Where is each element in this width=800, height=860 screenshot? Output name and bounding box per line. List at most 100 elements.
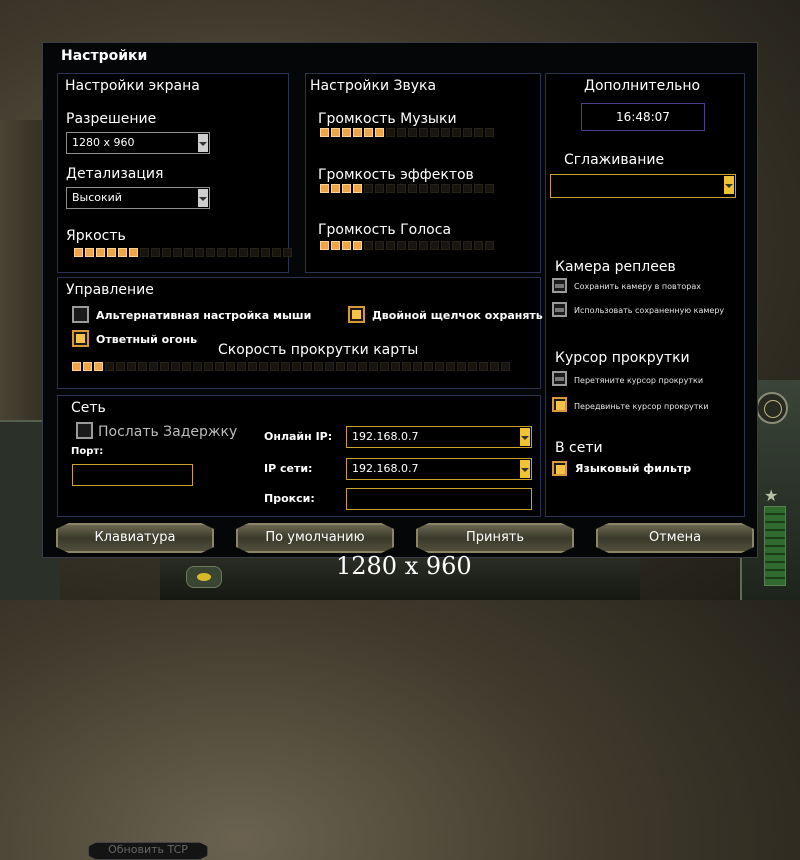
slider-segment bbox=[248, 362, 257, 371]
slider-segment bbox=[397, 128, 406, 137]
save-camera-checkbox[interactable] bbox=[552, 278, 567, 293]
slider-segment bbox=[397, 184, 406, 193]
screen-settings-panel: Настройки экрана Разрешение 1280 x 960 Д… bbox=[57, 73, 292, 273]
slider-segment bbox=[138, 362, 147, 371]
slider-segment bbox=[342, 184, 351, 193]
sound-settings-panel: Настройки Звука Громкость Музыки Громкос… bbox=[305, 73, 541, 273]
chevron-down-icon[interactable] bbox=[198, 134, 208, 152]
slider-segment bbox=[171, 362, 180, 371]
lan-ip-value: 192.168.0.7 bbox=[352, 462, 419, 475]
power-bar bbox=[764, 506, 786, 586]
slider-segment bbox=[292, 362, 301, 371]
voice-volume-slider[interactable] bbox=[320, 241, 494, 250]
slider-segment bbox=[457, 362, 466, 371]
hud-indicator-icon bbox=[186, 566, 222, 588]
star-icon: ★ bbox=[764, 486, 779, 505]
antialias-dropdown[interactable] bbox=[550, 174, 736, 198]
send-delay-checkbox[interactable] bbox=[76, 422, 93, 439]
sound-settings-title: Настройки Звука bbox=[310, 78, 437, 94]
slider-segment bbox=[303, 362, 312, 371]
slider-segment bbox=[430, 128, 439, 137]
update-tcp-button[interactable]: Обновить TCP bbox=[88, 842, 208, 860]
screen-settings-title: Настройки экрана bbox=[65, 78, 200, 94]
proxy-label: Прокси: bbox=[264, 492, 315, 505]
slider-segment bbox=[85, 248, 94, 257]
port-input[interactable] bbox=[72, 464, 193, 486]
radar-icon bbox=[756, 392, 788, 424]
accept-button[interactable]: Принять bbox=[416, 523, 574, 553]
clock-display: 16:48:07 bbox=[581, 103, 705, 131]
slider-segment bbox=[446, 362, 455, 371]
slider-segment bbox=[501, 362, 510, 371]
music-volume-label: Громкость Музыки bbox=[318, 111, 457, 127]
network-panel: Сеть Послать Задержку Порт: Обновить TCP… bbox=[57, 395, 541, 860]
detail-label: Детализация bbox=[66, 166, 164, 182]
slider-segment bbox=[261, 248, 270, 257]
slider-segment bbox=[320, 184, 329, 193]
slider-segment bbox=[336, 362, 345, 371]
slider-segment bbox=[184, 248, 193, 257]
slider-segment bbox=[160, 362, 169, 371]
move-cursor-checkbox[interactable] bbox=[552, 397, 567, 412]
slider-segment bbox=[364, 241, 373, 250]
slider-segment bbox=[364, 128, 373, 137]
return-fire-label: Ответный огонь bbox=[96, 333, 198, 346]
slider-segment bbox=[364, 184, 373, 193]
slider-segment bbox=[195, 248, 204, 257]
keyboard-button[interactable]: Клавиатура bbox=[56, 523, 214, 553]
music-volume-slider[interactable] bbox=[320, 128, 494, 137]
alt-mouse-label: Альтернативная настройка мыши bbox=[96, 309, 312, 322]
proxy-input[interactable] bbox=[346, 488, 532, 510]
slider-segment bbox=[452, 241, 461, 250]
scroll-speed-slider[interactable] bbox=[72, 362, 510, 371]
extra-settings-title: Дополнительно bbox=[584, 78, 701, 94]
drag-cursor-checkbox[interactable] bbox=[552, 371, 567, 386]
slider-segment bbox=[391, 362, 400, 371]
slider-segment bbox=[118, 248, 127, 257]
slider-segment bbox=[386, 241, 395, 250]
return-fire-checkbox[interactable] bbox=[72, 330, 89, 347]
double-click-checkbox[interactable] bbox=[348, 306, 365, 323]
slider-segment bbox=[468, 362, 477, 371]
save-camera-label: Сохранить камеру в повторах bbox=[574, 282, 701, 291]
detail-dropdown[interactable]: Высокий bbox=[66, 187, 210, 209]
alt-mouse-checkbox[interactable] bbox=[72, 306, 89, 323]
slider-segment bbox=[369, 362, 378, 371]
chevron-down-icon[interactable] bbox=[520, 460, 530, 478]
online-ip-value: 192.168.0.7 bbox=[352, 430, 419, 443]
slider-segment bbox=[237, 362, 246, 371]
slider-segment bbox=[283, 248, 292, 257]
resolution-dropdown[interactable]: 1280 x 960 bbox=[66, 132, 210, 154]
effects-volume-slider[interactable] bbox=[320, 184, 494, 193]
defaults-button[interactable]: По умолчанию bbox=[236, 523, 394, 553]
use-saved-camera-label: Использовать сохраненную камеру bbox=[574, 306, 725, 315]
chevron-down-icon[interactable] bbox=[724, 176, 734, 194]
slider-segment bbox=[173, 248, 182, 257]
language-filter-label: Языковый фильтр bbox=[575, 462, 692, 475]
extra-settings-panel: Дополнительно Сглаживание Камера реплеев… bbox=[545, 73, 745, 517]
slider-segment bbox=[217, 248, 226, 257]
brightness-slider[interactable] bbox=[74, 248, 292, 257]
chevron-down-icon[interactable] bbox=[198, 189, 208, 207]
slider-segment bbox=[474, 241, 483, 250]
lan-ip-dropdown[interactable]: 192.168.0.7 bbox=[346, 458, 532, 480]
slider-segment bbox=[474, 184, 483, 193]
slider-segment bbox=[375, 128, 384, 137]
slider-segment bbox=[353, 184, 362, 193]
chevron-down-icon[interactable] bbox=[520, 428, 530, 446]
use-saved-camera-checkbox[interactable] bbox=[552, 302, 567, 317]
slider-segment bbox=[479, 362, 488, 371]
scroll-speed-label: Скорость прокрутки карты bbox=[218, 342, 419, 358]
slider-segment bbox=[452, 184, 461, 193]
language-filter-checkbox[interactable] bbox=[552, 461, 567, 476]
slider-segment bbox=[358, 362, 367, 371]
slider-segment bbox=[72, 362, 81, 371]
slider-segment bbox=[74, 248, 83, 257]
cancel-button[interactable]: Отмена bbox=[596, 523, 754, 553]
options-window: Настройки Настройки экрана Разрешение 12… bbox=[42, 42, 758, 860]
slider-segment bbox=[419, 184, 428, 193]
slider-segment bbox=[259, 362, 268, 371]
slider-segment bbox=[314, 362, 323, 371]
online-ip-dropdown[interactable]: 192.168.0.7 bbox=[346, 426, 532, 448]
slider-segment bbox=[105, 362, 114, 371]
